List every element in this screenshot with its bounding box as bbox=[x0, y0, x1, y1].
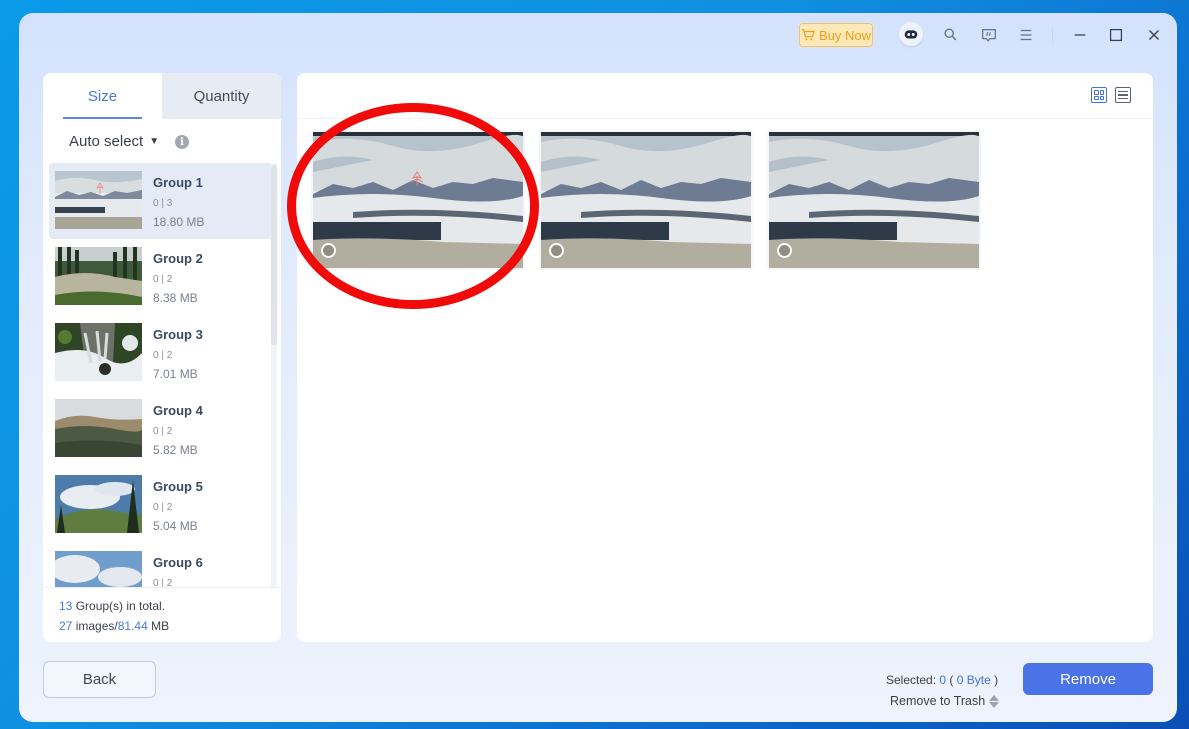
images-total-count: 27 bbox=[59, 619, 73, 633]
group-size: 5.82 MB bbox=[153, 443, 198, 457]
preview-header bbox=[297, 73, 1153, 119]
selected-prefix: Selected: bbox=[886, 673, 940, 687]
cart-icon bbox=[801, 29, 815, 41]
selected-open: ( bbox=[946, 673, 957, 687]
group-list-item[interactable]: Group 5 0 | 2 5.04 MB bbox=[49, 467, 273, 543]
menu-icon[interactable] bbox=[1014, 23, 1038, 47]
group-count: 0 | 3 bbox=[153, 198, 173, 209]
group-name: Group 3 bbox=[153, 327, 203, 342]
image-card[interactable] bbox=[311, 130, 525, 270]
group-count: 0 | 2 bbox=[153, 426, 173, 437]
group-panel: Size Quantity Auto select ▼ i Group 1 0 … bbox=[43, 73, 281, 642]
image-preview bbox=[769, 132, 979, 268]
sort-tabs: Size Quantity bbox=[43, 73, 281, 119]
selected-bytes: 0 Byte bbox=[956, 673, 991, 687]
image-card[interactable] bbox=[767, 130, 981, 270]
tab-size[interactable]: Size bbox=[43, 73, 162, 119]
group-size: 18.80 MB bbox=[153, 215, 205, 229]
buy-now-button[interactable]: Buy Now bbox=[799, 23, 873, 47]
group-thumbnail bbox=[55, 551, 142, 587]
group-thumbnail bbox=[55, 247, 142, 305]
group-name: Group 5 bbox=[153, 479, 203, 494]
caret-down-icon: ▼ bbox=[149, 136, 160, 147]
back-button[interactable]: Back bbox=[43, 661, 156, 698]
tab-quantity[interactable]: Quantity bbox=[162, 73, 281, 119]
size-total: 81.44 bbox=[117, 619, 148, 633]
group-count: 0 | 2 bbox=[153, 502, 173, 513]
group-thumbnail bbox=[55, 323, 142, 381]
remove-mode-label: Remove to Trash bbox=[890, 694, 986, 708]
size-unit: MB bbox=[147, 619, 170, 633]
images-total-text: images/ bbox=[72, 619, 118, 633]
image-preview-panel bbox=[297, 73, 1153, 642]
auto-select-label: Auto select bbox=[69, 133, 144, 150]
select-checkbox[interactable] bbox=[321, 243, 336, 258]
groups-total-line: 13 Group(s) in total. bbox=[59, 596, 281, 616]
buy-now-label: Buy Now bbox=[818, 27, 872, 43]
group-list-item[interactable]: Group 2 0 | 2 8.38 MB bbox=[49, 239, 273, 315]
group-thumbnail bbox=[55, 475, 142, 533]
group-list-item[interactable]: Group 4 0 | 2 5.82 MB bbox=[49, 391, 273, 467]
group-size: 5.04 MB bbox=[153, 519, 198, 533]
feedback-icon[interactable] bbox=[977, 23, 1001, 47]
selected-info: Selected: 0 ( 0 Byte ) bbox=[886, 673, 998, 687]
images-total-line: 27 images/81.44 MB bbox=[59, 616, 281, 636]
group-list-item[interactable]: Group 3 0 | 2 7.01 MB bbox=[49, 315, 273, 391]
group-list: Group 1 0 | 3 18.80 MB Group 2 0 | 2 8.3… bbox=[43, 163, 281, 587]
group-summary: 13 Group(s) in total. 27 images/81.44 MB bbox=[43, 587, 281, 642]
group-name: Group 1 bbox=[153, 175, 203, 190]
group-name: Group 6 bbox=[153, 555, 203, 570]
image-preview bbox=[541, 132, 751, 268]
select-checkbox[interactable] bbox=[777, 243, 792, 258]
title-bar: Buy Now bbox=[19, 13, 1177, 57]
group-name: Group 2 bbox=[153, 251, 203, 266]
group-size: 8.38 MB bbox=[153, 291, 198, 305]
select-checkbox[interactable] bbox=[549, 243, 564, 258]
close-icon[interactable] bbox=[1142, 23, 1166, 47]
app-window: Buy Now Size Quantity Auto select ▼ i Gr… bbox=[19, 13, 1177, 722]
group-list-item[interactable]: Group 6 0 | 2 bbox=[49, 543, 273, 587]
titlebar-separator bbox=[1052, 27, 1053, 43]
group-name: Group 4 bbox=[153, 403, 203, 418]
group-thumbnail bbox=[55, 171, 142, 229]
sort-updown-icon bbox=[989, 694, 1000, 708]
group-count: 0 | 2 bbox=[153, 578, 173, 587]
grid-view-icon[interactable] bbox=[1091, 87, 1107, 103]
list-view-icon[interactable] bbox=[1115, 87, 1131, 103]
image-card[interactable] bbox=[539, 130, 753, 270]
remove-button[interactable]: Remove bbox=[1023, 663, 1153, 695]
scrollbar-thumb[interactable] bbox=[271, 165, 277, 345]
auto-select-dropdown[interactable]: Auto select ▼ bbox=[69, 133, 159, 150]
minimize-icon[interactable] bbox=[1068, 23, 1092, 47]
selected-close: ) bbox=[990, 673, 999, 687]
remove-mode-select[interactable]: Remove to Trash bbox=[890, 694, 1000, 708]
search-icon[interactable] bbox=[939, 23, 963, 47]
info-icon[interactable]: i bbox=[175, 135, 189, 149]
group-count: 0 | 2 bbox=[153, 350, 173, 361]
group-count: 0 | 2 bbox=[153, 274, 173, 285]
maximize-icon[interactable] bbox=[1104, 23, 1128, 47]
image-preview bbox=[313, 132, 523, 268]
groups-total-count: 13 bbox=[59, 599, 73, 613]
groups-total-text: Group(s) in total. bbox=[72, 599, 166, 613]
group-size: 7.01 MB bbox=[153, 367, 198, 381]
group-list-item[interactable]: Group 1 0 | 3 18.80 MB bbox=[49, 163, 273, 239]
group-thumbnail bbox=[55, 399, 142, 457]
robot-assistant-icon[interactable] bbox=[899, 22, 923, 46]
